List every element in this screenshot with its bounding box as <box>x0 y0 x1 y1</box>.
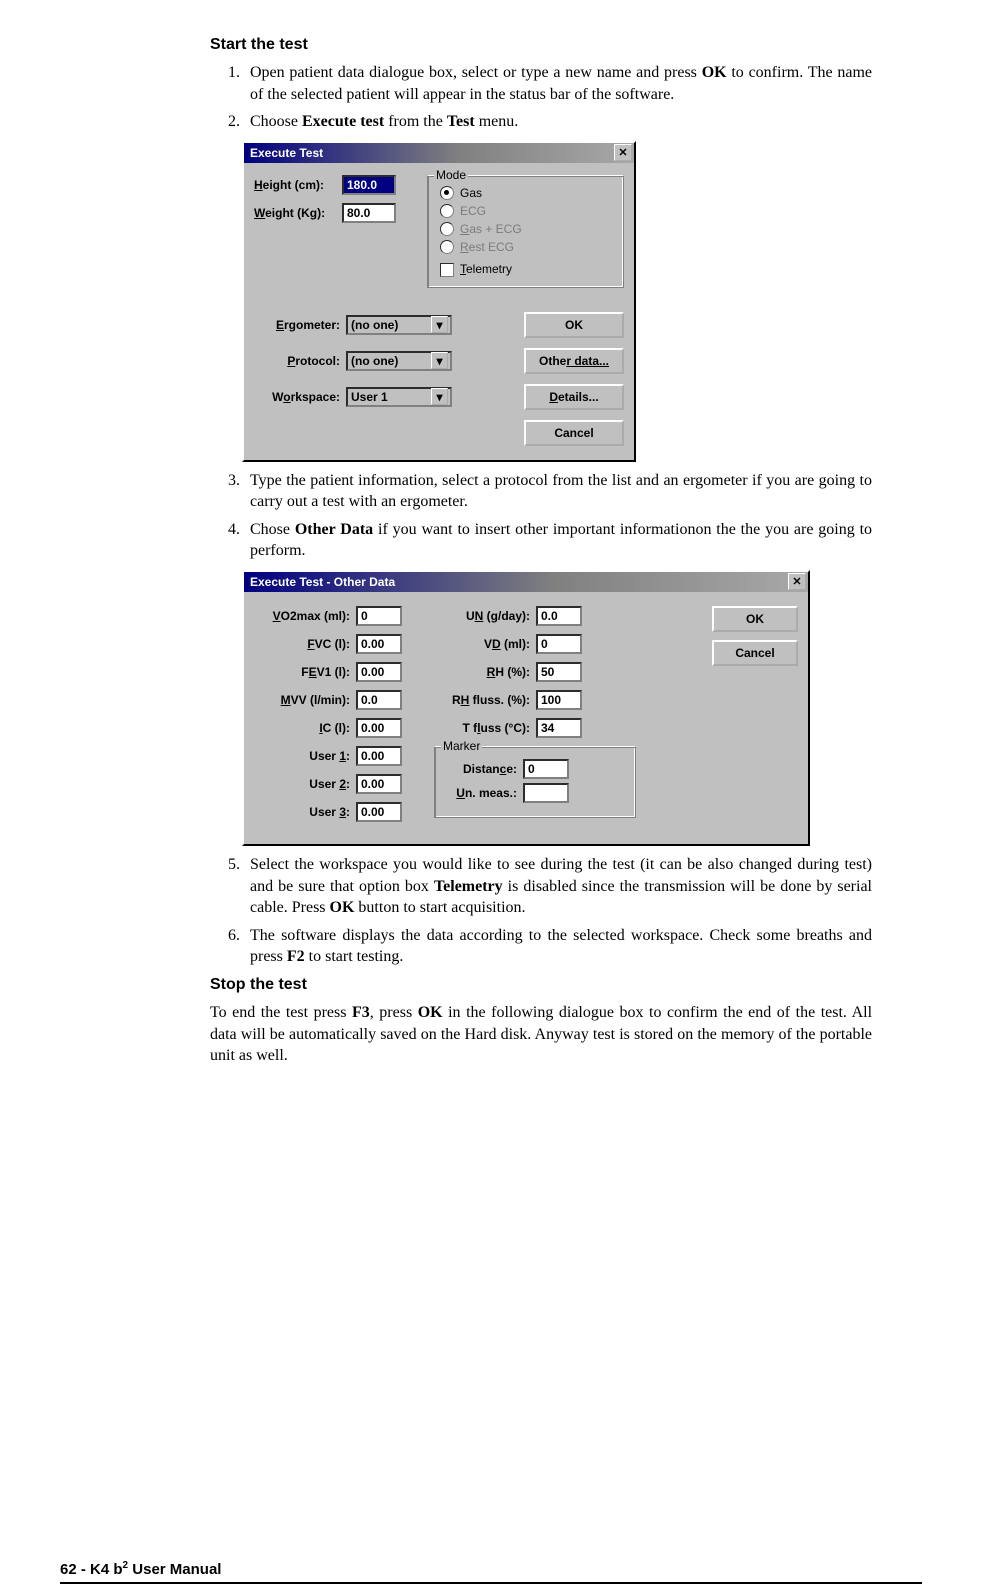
mvv-input[interactable] <box>356 690 402 710</box>
other-data-button[interactable]: Other data... <box>524 348 624 374</box>
text: Telemetry <box>434 878 503 895</box>
ergometer-select[interactable]: (no one)▾ <box>346 315 452 335</box>
text: menu. <box>475 113 519 130</box>
rhfluss-input[interactable] <box>536 690 582 710</box>
label-rhfluss: RH fluss. (%): <box>434 693 530 707</box>
workspace-select[interactable]: User 1▾ <box>346 387 452 407</box>
details-button[interactable]: Details... <box>524 384 624 410</box>
text: F3 <box>352 1004 370 1021</box>
title: Execute Test <box>250 146 323 160</box>
close-icon[interactable]: ✕ <box>614 144 632 161</box>
ok-button[interactable]: OK <box>524 312 624 338</box>
text: Open patient data dialogue box, select o… <box>250 64 702 81</box>
text: To end the test press <box>210 1004 352 1021</box>
user1-input[interactable] <box>356 746 402 766</box>
checkbox-telemetry[interactable]: Telemetry <box>440 262 611 277</box>
label-mvv: MVV (l/min): <box>254 693 350 707</box>
tfluss-input[interactable] <box>536 718 582 738</box>
label-tfluss: T fluss (°C): <box>434 721 530 735</box>
text-ok: OK <box>702 64 727 81</box>
text: K4 b <box>90 1561 123 1578</box>
ic-input[interactable] <box>356 718 402 738</box>
cancel-button[interactable]: Cancel <box>524 420 624 446</box>
dialog-other-data: Execute Test - Other Data ✕ VO2max (ml):… <box>242 570 810 846</box>
fev1-input[interactable] <box>356 662 402 682</box>
chevron-down-icon: ▾ <box>431 388 448 405</box>
label-user1: User 1: <box>254 749 350 763</box>
chevron-down-icon: ▾ <box>431 352 448 369</box>
label-workspace: Workspace: <box>254 390 340 404</box>
vd-input[interactable] <box>536 634 582 654</box>
user3-input[interactable] <box>356 802 402 822</box>
label-weight: Weight (Kg): <box>254 206 336 220</box>
text: OK <box>330 899 355 916</box>
label-protocol: Protocol: <box>254 354 340 368</box>
dialog-execute-test: Execute Test ✕ Height (cm): Weight (Kg): <box>242 141 636 462</box>
weight-input[interactable] <box>342 203 396 223</box>
chevron-down-icon: ▾ <box>431 316 448 333</box>
text: User Manual <box>128 1561 221 1578</box>
text: Choose <box>250 113 302 130</box>
label-rh: RH (%): <box>434 665 530 679</box>
text: from the <box>384 113 447 130</box>
text: Execute test <box>302 113 384 130</box>
titlebar: Execute Test - Other Data ✕ <box>244 572 808 592</box>
text: Other Data <box>295 521 373 538</box>
cancel-button[interactable]: Cancel <box>712 640 798 666</box>
text: to start testing. <box>305 948 404 965</box>
step-2: Choose Execute test from the Test menu. <box>244 111 872 133</box>
text: , press <box>370 1004 418 1021</box>
radio-gas-ecg: Gas + ECG <box>440 222 611 236</box>
protocol-select[interactable]: (no one)▾ <box>346 351 452 371</box>
text: Chose <box>250 521 295 538</box>
radio-gas[interactable]: Gas <box>440 186 611 200</box>
ok-button[interactable]: OK <box>712 606 798 632</box>
text: - <box>77 1561 90 1578</box>
label-user3: User 3: <box>254 805 350 819</box>
distance-input[interactable] <box>523 759 569 779</box>
heading-start: Start the test <box>210 36 872 54</box>
title: Execute Test - Other Data <box>250 575 395 589</box>
label-ic: IC (l): <box>254 721 350 735</box>
step-4: Chose Other Data if you want to insert o… <box>244 519 872 562</box>
un-input[interactable] <box>536 606 582 626</box>
step-1: Open patient data dialogue box, select o… <box>244 62 872 105</box>
stop-paragraph: To end the test press F3, press OK in th… <box>210 1002 872 1067</box>
page-footer: 62 - K4 b2 User Manual <box>60 1560 922 1584</box>
text: OK <box>418 1004 443 1021</box>
unmeas-input[interactable] <box>523 783 569 803</box>
label-height: Height (cm): <box>254 178 336 192</box>
user2-input[interactable] <box>356 774 402 794</box>
step-5: Select the workspace you would like to s… <box>244 854 872 919</box>
legend-marker: Marker <box>441 739 482 753</box>
close-icon[interactable]: ✕ <box>788 573 806 590</box>
label-vo2max: VO2max (ml): <box>254 609 350 623</box>
step-6: The software displays the data according… <box>244 925 872 968</box>
vo2max-input[interactable] <box>356 606 402 626</box>
label-vd: VD (ml): <box>434 637 530 651</box>
label-ergometer: Ergometer: <box>254 318 340 332</box>
label-distance: Distance: <box>445 762 517 776</box>
label-un: UN (g/day): <box>434 609 530 623</box>
height-input[interactable] <box>342 175 396 195</box>
label-fvc: FVC (l): <box>254 637 350 651</box>
legend-mode: Mode <box>434 168 468 182</box>
radio-rest-ecg: Rest ECG <box>440 240 611 254</box>
radio-ecg: ECG <box>440 204 611 218</box>
step-3: Type the patient information, select a p… <box>244 470 872 513</box>
text: F2 <box>287 948 305 965</box>
titlebar: Execute Test ✕ <box>244 143 634 163</box>
label-fev1: FEV1 (l): <box>254 665 350 679</box>
label-user2: User 2: <box>254 777 350 791</box>
fvc-input[interactable] <box>356 634 402 654</box>
text: button to start acquisition. <box>354 899 525 916</box>
label-unmeas: Un. meas.: <box>445 786 517 800</box>
page-number: 62 <box>60 1561 77 1578</box>
heading-stop: Stop the test <box>210 976 872 994</box>
text: Test <box>447 113 475 130</box>
rh-input[interactable] <box>536 662 582 682</box>
